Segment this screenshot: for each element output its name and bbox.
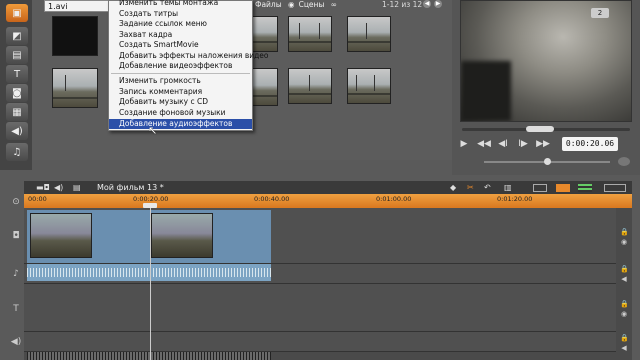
photo-tool-icon[interactable]: ◙	[6, 84, 28, 102]
titles-tool-icon[interactable]: T	[6, 65, 28, 83]
rewind-icon[interactable]: ◀◀	[477, 138, 491, 150]
sound-effects-tool-icon[interactable]: ◀)	[6, 122, 28, 140]
title-track[interactable]	[24, 284, 616, 332]
speaker-mute-icon[interactable]: ◀	[620, 344, 628, 352]
playhead[interactable]	[150, 208, 151, 360]
menu-item[interactable]: Создать SmartMovie	[109, 40, 252, 51]
razor-icon[interactable]: ✂	[467, 183, 474, 192]
scene-thumbnail[interactable]	[347, 16, 391, 52]
scene-thumbnail[interactable]	[252, 68, 278, 106]
lock-icon[interactable]: 🔒	[620, 265, 629, 273]
speaker-track-icon[interactable]: ◀)	[10, 336, 22, 348]
menu-item[interactable]: Захват кадра	[109, 30, 252, 41]
audio-track-icon[interactable]: ♪	[10, 268, 22, 280]
timeline-view-icon[interactable]: ▤	[73, 183, 81, 192]
audio-clip[interactable]	[27, 264, 271, 281]
menu-item[interactable]: Запись комментария	[109, 87, 252, 98]
sound-effects-track[interactable]	[24, 332, 616, 352]
scene-thumbnail[interactable]	[288, 68, 332, 104]
eye-icon[interactable]	[618, 157, 630, 166]
transitions-tool-icon[interactable]: ◩	[6, 27, 28, 45]
radio-scenes-icon[interactable]: ◉	[288, 0, 295, 9]
video-clip[interactable]	[30, 213, 92, 258]
page-next-icon[interactable]: ▶	[434, 0, 442, 8]
album-tabs: Файлы ◉ Сцены ∞	[255, 0, 341, 10]
fast-forward-icon[interactable]: ▶▶	[536, 138, 550, 150]
trash-icon[interactable]: ▥	[504, 183, 512, 192]
movie-title: Мой фильм 13 *	[97, 183, 164, 192]
tick-label: 0:01:00.00	[376, 195, 412, 203]
aspect-badge: 2	[591, 8, 609, 18]
scene-thumbnail[interactable]	[252, 16, 278, 52]
scrubber-handle[interactable]	[526, 126, 554, 132]
menu-item-selected[interactable]: Добавление аудиоэффектов	[109, 118, 252, 129]
preview-screen	[460, 0, 632, 122]
menu-item[interactable]: Добавить эффекты наложения видео	[109, 51, 269, 62]
camera-tool-icon[interactable]: ▣	[6, 4, 28, 22]
lock-icon[interactable]: 🔒	[620, 228, 629, 236]
menu-tool-icon[interactable]: ▦	[6, 103, 28, 121]
tab-scenes[interactable]: Сцены	[299, 0, 325, 9]
menu-item[interactable]: Добавление видеоэффектов	[109, 61, 252, 72]
storyboard-view-icon[interactable]	[533, 184, 547, 192]
menu-item[interactable]: Добавить музыку с CD	[109, 97, 252, 108]
tick-label: 0:00:40.00	[254, 195, 290, 203]
music-clip[interactable]	[27, 352, 271, 360]
speaker-icon[interactable]: ◀)	[54, 183, 63, 192]
tick-label: 00:00	[28, 195, 47, 203]
glasses-icon[interactable]: ∞	[331, 0, 337, 9]
menu-separator	[111, 73, 250, 74]
camera-view-icon[interactable]: ▬◘	[36, 183, 50, 192]
eye-icon[interactable]: ◉	[620, 310, 628, 318]
menu-item[interactable]: Создание фоновой музыки	[109, 108, 252, 119]
tab-files[interactable]: Файлы	[255, 0, 282, 9]
speaker-mute-icon[interactable]: ◀	[620, 275, 628, 283]
marker-icon[interactable]: ◆	[450, 183, 456, 192]
lock-icon[interactable]: 🔒	[620, 334, 629, 342]
page-counter: 1-12 из 12	[382, 0, 423, 9]
timeline-view-active-icon[interactable]	[556, 184, 570, 192]
undo-icon[interactable]: ↶	[484, 183, 491, 192]
timecode-display[interactable]: 0:00:20.06	[562, 137, 618, 151]
video-clip[interactable]	[151, 213, 213, 258]
scene-thumbnail[interactable]	[52, 16, 98, 56]
page-prev-icon[interactable]: ◀	[423, 0, 431, 8]
tool-strip: ▣ ◩ ▤ T ◙ ▦ ◀) ♫	[0, 0, 32, 170]
eye-icon[interactable]: ◉	[620, 238, 628, 246]
context-menu: Изменить темы монтажа Создать титры Зада…	[108, 0, 269, 131]
toggle-view-icon[interactable]	[604, 184, 626, 192]
scene-thumbnail[interactable]	[52, 68, 98, 108]
volume-knob[interactable]	[544, 158, 551, 165]
title-track-icon[interactable]: T	[10, 303, 22, 315]
scene-thumbnail[interactable]	[347, 68, 391, 104]
time-ruler[interactable]	[24, 194, 632, 208]
play-icon[interactable]: ▶	[457, 138, 471, 150]
theme-tool-icon[interactable]: ▤	[6, 46, 28, 64]
mouse-cursor-icon: ↖	[148, 124, 158, 137]
music-tool-icon[interactable]: ♫	[6, 143, 28, 161]
menu-item[interactable]: Задание ссылок меню	[109, 19, 252, 30]
scene-thumbnail[interactable]	[288, 16, 332, 52]
step-forward-icon[interactable]: I▶	[516, 138, 530, 150]
tick-label: 0:01:20.00	[497, 195, 533, 203]
text-view-icon[interactable]	[578, 184, 592, 192]
ruler-icon: ⊙	[12, 197, 20, 207]
menu-item[interactable]: Изменить темы монтажа	[109, 0, 252, 9]
menu-item[interactable]: Создать титры	[109, 9, 252, 20]
file-select[interactable]: 1.avi	[44, 0, 112, 12]
camera-track-icon[interactable]: ◘	[10, 230, 22, 242]
menu-item[interactable]: Изменить громкость	[109, 76, 252, 87]
step-back-icon[interactable]: ◀I	[496, 138, 510, 150]
lock-icon[interactable]: 🔒	[620, 300, 629, 308]
